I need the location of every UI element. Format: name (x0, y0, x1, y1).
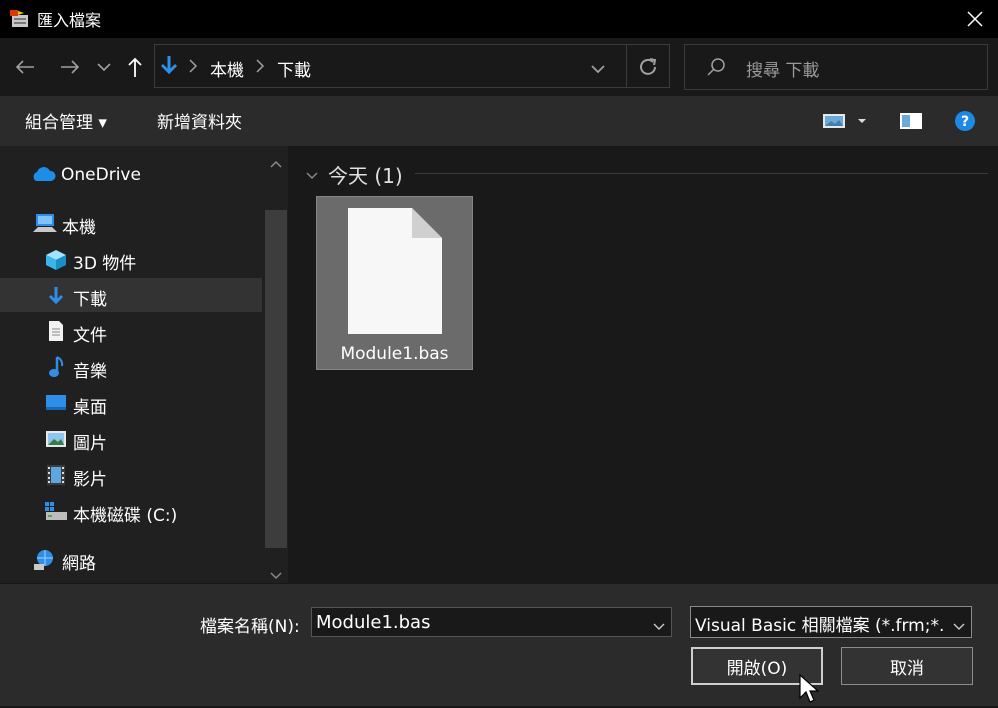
group-collapse-button[interactable] (305, 166, 319, 185)
chevron-down-icon (270, 572, 282, 580)
help-icon: ? (955, 111, 975, 131)
sidebar-item-network[interactable]: 網路 (62, 549, 96, 574)
arrow-right-icon (61, 60, 80, 74)
sidebar-item-downloads[interactable]: 下載 (73, 285, 107, 310)
filename-value: Module1.bas (316, 612, 431, 633)
breadcrumb-this-pc[interactable]: 本機 (210, 56, 244, 81)
document-icon (49, 321, 63, 341)
sidebar-item-local-disk[interactable]: 本機磁碟 (C:) (73, 501, 177, 526)
help-button[interactable]: ? (954, 110, 976, 136)
pictures-nav-item[interactable] (45, 430, 67, 452)
scroll-up-button[interactable] (269, 154, 283, 173)
sidebar-item-documents[interactable]: 文件 (73, 321, 107, 346)
picture-icon (46, 431, 66, 447)
documents-nav-item[interactable] (47, 320, 65, 346)
cloud-icon (33, 167, 56, 181)
sidebar-item-pictures[interactable]: 圖片 (73, 429, 107, 454)
arrow-up-icon (128, 57, 142, 77)
chevron-up-icon (270, 160, 282, 168)
filetype-value: Visual Basic 相關檔案 (*.frm;*.bas;*.cls) (695, 616, 945, 636)
sidebar-item-this-pc[interactable]: 本機 (62, 213, 96, 238)
forward-button[interactable] (55, 52, 85, 82)
scroll-thumb[interactable] (265, 210, 287, 548)
search-placeholder: 搜尋 下載 (746, 61, 820, 81)
sidebar-item-music[interactable]: 音樂 (73, 357, 107, 382)
close-icon (967, 11, 983, 27)
videos-nav-item[interactable] (46, 464, 66, 490)
chevron-down-icon (591, 65, 605, 74)
new-folder-button[interactable]: 新增資料夾 (157, 108, 242, 133)
chevron-down-icon (653, 623, 665, 630)
recent-locations-button[interactable] (90, 52, 118, 82)
blank-file-icon (348, 208, 442, 338)
downloads-nav-item[interactable] (47, 285, 65, 311)
local-disk-nav-item[interactable] (44, 500, 68, 526)
sidebar-item-videos[interactable]: 影片 (73, 465, 107, 490)
filetype-dropdown-button[interactable] (952, 617, 966, 636)
divider (626, 44, 627, 88)
onedrive-nav-item[interactable] (30, 164, 56, 188)
chevron-down-icon (306, 172, 318, 179)
window-title: 匯入檔案 (37, 11, 102, 30)
change-view-button[interactable] (822, 112, 866, 134)
network-icon (34, 550, 53, 570)
dialog-footer (0, 584, 998, 706)
view-large-icons-icon (823, 114, 866, 128)
close-button[interactable] (952, 0, 998, 38)
app-icon (8, 8, 30, 30)
chevron-down-icon (97, 63, 111, 72)
address-dropdown-button[interactable] (590, 60, 606, 79)
arrow-left-icon (15, 60, 34, 74)
back-button[interactable] (10, 52, 40, 82)
filename-label: 檔案名稱(N): (200, 617, 300, 637)
group-header-today[interactable]: 今天 (1) (328, 160, 403, 189)
svg-text:?: ? (961, 114, 969, 130)
chevron-right-icon (188, 58, 198, 78)
film-icon (47, 465, 65, 485)
scroll-down-button[interactable] (269, 566, 283, 585)
group-divider (415, 173, 988, 174)
download-arrow-icon (160, 54, 178, 82)
filename-dropdown-button[interactable] (652, 617, 666, 636)
sidebar-item-onedrive[interactable]: OneDrive (61, 165, 141, 185)
refresh-button[interactable] (638, 57, 658, 81)
search-icon (706, 57, 726, 81)
desktop-nav-item[interactable] (45, 394, 67, 416)
title-bar (0, 0, 998, 38)
up-button[interactable] (120, 52, 150, 82)
sidebar-item-desktop[interactable]: 桌面 (73, 393, 107, 418)
download-arrow-icon (48, 287, 64, 305)
organize-button[interactable]: 組合管理 ▾ (25, 108, 107, 133)
cancel-button[interactable]: 取消 (841, 647, 973, 685)
this-pc-nav-item[interactable] (32, 212, 58, 238)
cube-icon (46, 250, 66, 270)
search-input[interactable] (684, 44, 988, 90)
desktop-icon (46, 395, 66, 410)
drive-icon (45, 502, 67, 520)
breadcrumb-downloads[interactable]: 下載 (277, 56, 311, 81)
refresh-icon (640, 58, 657, 75)
music-note-icon (49, 356, 64, 377)
music-nav-item[interactable] (47, 356, 65, 382)
3d-objects-nav-item[interactable] (45, 249, 67, 275)
chevron-right-icon (255, 58, 265, 78)
selection-highlight (0, 278, 262, 312)
computer-icon (33, 214, 57, 232)
preview-pane-icon (900, 113, 922, 129)
sidebar-item-3d-objects[interactable]: 3D 物件 (73, 249, 136, 274)
network-nav-item[interactable] (32, 548, 56, 576)
preview-pane-button[interactable] (899, 111, 923, 135)
file-item-name: Module1.bas (340, 344, 449, 364)
mouse-cursor-icon (799, 673, 820, 708)
chevron-down-icon (953, 623, 965, 630)
